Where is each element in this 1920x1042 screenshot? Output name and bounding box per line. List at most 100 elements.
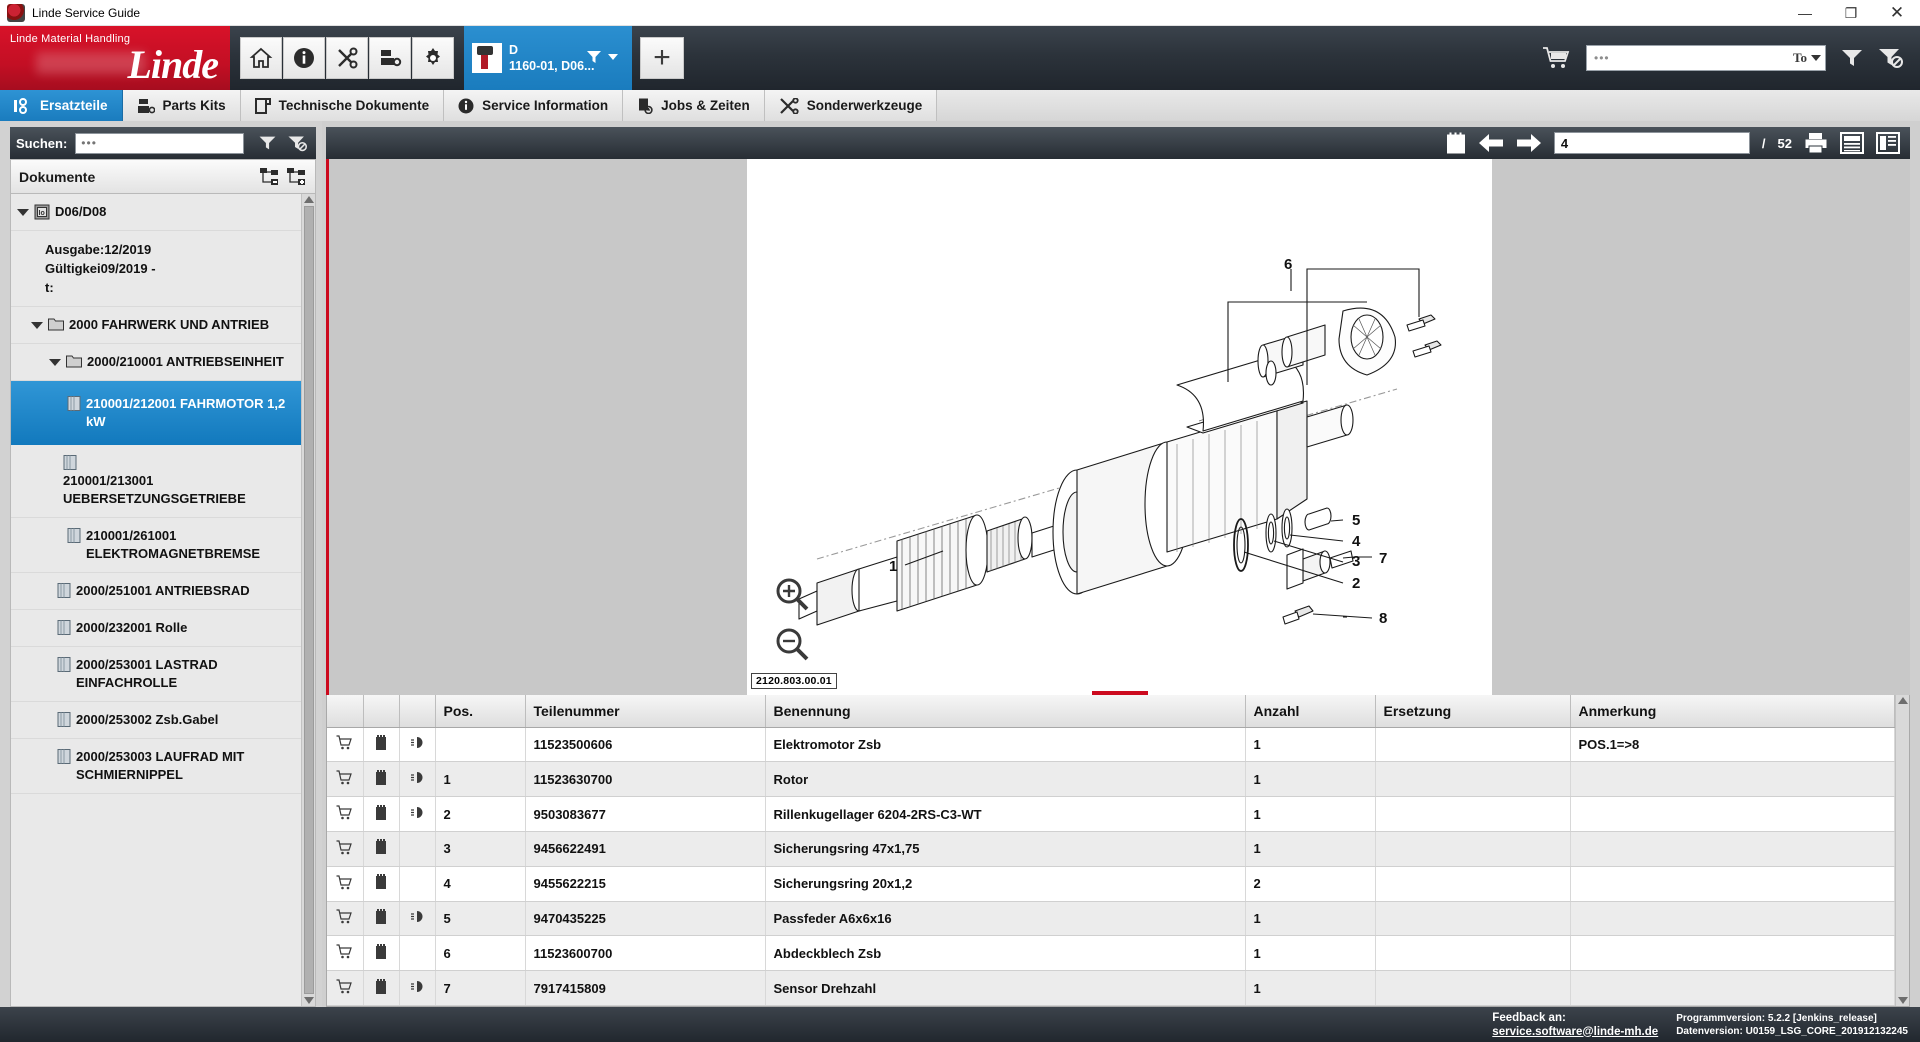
search-input[interactable] xyxy=(75,133,244,154)
scroll-thumb[interactable] xyxy=(304,206,314,994)
window-controls[interactable]: — ❐ ✕ xyxy=(1782,0,1920,26)
funnel-icon[interactable] xyxy=(1840,48,1864,68)
page-icon xyxy=(63,455,77,470)
row-clipboard-button[interactable] xyxy=(363,831,399,866)
zoom-controls[interactable] xyxy=(775,577,809,661)
tree-item-fahrmotor[interactable]: 210001/212001 FAHRMOTOR 1,2 kW xyxy=(11,381,301,445)
scroll-down-arrow[interactable] xyxy=(304,997,314,1004)
tab-service-information[interactable]: Service Information xyxy=(444,90,623,121)
feedback-email-link[interactable]: service.software@linde-mh.de xyxy=(1492,1026,1658,1038)
close-button[interactable]: ✕ xyxy=(1874,0,1920,26)
row-highlight-button[interactable] xyxy=(399,762,435,797)
funnel-icon[interactable] xyxy=(258,135,277,151)
row-highlight-button[interactable] xyxy=(399,901,435,936)
tree-item-rolle[interactable]: 2000/232001 Rolle xyxy=(11,610,301,647)
row-clipboard-button[interactable] xyxy=(363,901,399,936)
maximize-button[interactable]: ❐ xyxy=(1828,0,1874,26)
vehicle-tab[interactable]: D 1160-01, D06... xyxy=(464,26,632,90)
vehicle-filter-icon[interactable] xyxy=(586,50,602,64)
scroll-up-arrow[interactable] xyxy=(1898,697,1908,704)
table-row[interactable]: 2 9503083677 Rillenkugellager 6204-2RS-C… xyxy=(327,797,1895,832)
gear-icon[interactable] xyxy=(412,37,454,79)
table-row[interactable]: 1 11523630700 Rotor 1 xyxy=(327,762,1895,797)
tree-item-elektromagnetbremse[interactable]: 210001/261001 ELEKTROMAGNETBREMSE xyxy=(11,518,301,573)
funnel-clear-icon[interactable] xyxy=(1878,47,1906,69)
row-clipboard-button[interactable] xyxy=(363,797,399,832)
row-clipboard-button[interactable] xyxy=(363,936,399,971)
row-clipboard-button[interactable] xyxy=(363,762,399,797)
row-cart-button[interactable] xyxy=(327,727,363,762)
chevron-down-icon[interactable] xyxy=(608,54,618,60)
tree-scrollbar[interactable] xyxy=(301,194,315,1006)
scroll-up-arrow[interactable] xyxy=(304,196,314,203)
notepad-icon[interactable] xyxy=(1446,132,1466,154)
row-cart-button[interactable] xyxy=(327,971,363,1006)
tree-item-d06-d08[interactable]: Io D06/D08 xyxy=(11,194,301,231)
row-cart-button[interactable] xyxy=(327,797,363,832)
tree-item-zsb-gabel[interactable]: 2000/253002 Zsb.Gabel xyxy=(11,702,301,739)
cell-teilenummer: 9455622215 xyxy=(525,866,765,901)
drawing-sheet[interactable]: 1 2 3 4 5 6 7 8 xyxy=(747,159,1492,695)
home-icon[interactable] xyxy=(240,37,282,79)
tree-item-laufrad[interactable]: 2000/253003 LAUFRAD MIT SCHMIERNIPPEL xyxy=(11,739,301,794)
arrow-left-icon[interactable] xyxy=(1478,133,1504,153)
clipboard-icon xyxy=(375,735,387,751)
tree-expand-icon[interactable] xyxy=(287,168,307,186)
info-icon[interactable] xyxy=(283,37,325,79)
tree-item-uebersetzungsgetriebe[interactable]: 210001/213001 UEBERSETZUNGSGETRIEBE xyxy=(11,445,301,518)
viewer-canvas[interactable]: 1 2 3 4 5 6 7 8 xyxy=(329,159,1910,695)
row-cart-button[interactable] xyxy=(327,866,363,901)
tab-technische-dokumente[interactable]: Technische Dokumente xyxy=(241,90,445,121)
add-tab-button[interactable]: + xyxy=(640,37,684,79)
table-row[interactable]: 3 9456622491 Sicherungsring 47x1,75 1 xyxy=(327,831,1895,866)
table-scrollbar[interactable] xyxy=(1895,695,1909,1006)
tree-item-fahrwerk-antrieb[interactable]: 2000 FAHRWERK UND ANTRIEB xyxy=(11,307,301,344)
printer-config-icon[interactable] xyxy=(369,37,411,79)
row-cart-button[interactable] xyxy=(327,901,363,936)
chevron-down-icon[interactable] xyxy=(17,209,29,216)
chevron-down-icon[interactable] xyxy=(1811,55,1821,61)
row-cart-button[interactable] xyxy=(327,831,363,866)
tree-item-antriebseinheit[interactable]: 2000/210001 ANTRIEBSEINHEIT xyxy=(11,344,301,381)
col-teilenummer: Teilenummer xyxy=(525,695,765,727)
row-highlight-button[interactable] xyxy=(399,797,435,832)
table-row[interactable]: 6 11523600700 Abdeckblech Zsb 1 xyxy=(327,936,1895,971)
row-clipboard-button[interactable] xyxy=(363,971,399,1006)
printer-icon[interactable] xyxy=(1804,132,1828,154)
layout-vertical-icon[interactable] xyxy=(1876,132,1900,154)
table-row[interactable]: 7 7917415809 Sensor Drehzahl 1 xyxy=(327,971,1895,1006)
chevron-down-icon[interactable] xyxy=(31,322,43,329)
tab-parts-kits[interactable]: Parts Kits xyxy=(123,90,241,121)
table-row[interactable]: 11523500606 Elektromotor Zsb 1 POS.1=>8 xyxy=(327,727,1895,762)
page-number-input[interactable] xyxy=(1554,132,1750,154)
arrow-right-icon[interactable] xyxy=(1516,133,1542,153)
zoom-in-icon[interactable] xyxy=(775,577,809,611)
tab-ersatzteile[interactable]: Ersatzteile xyxy=(0,90,123,121)
cell-anzahl: 1 xyxy=(1245,727,1375,762)
funnel-clear-icon[interactable] xyxy=(287,135,310,152)
drawing-viewer[interactable]: 1 2 3 4 5 6 7 8 xyxy=(326,159,1910,695)
layout-horizontal-icon[interactable] xyxy=(1840,132,1864,154)
tree-item-antriebsrad[interactable]: 2000/251001 ANTRIEBSRAD xyxy=(11,573,301,610)
zoom-out-icon[interactable] xyxy=(775,627,809,661)
scroll-down-arrow[interactable] xyxy=(1898,997,1908,1004)
row-clipboard-button[interactable] xyxy=(363,866,399,901)
cell-teilenummer: 11523500606 xyxy=(525,727,765,762)
parts-table: Pos. Teilenummer Benennung Anzahl Ersetz… xyxy=(327,695,1895,1006)
row-cart-button[interactable] xyxy=(327,936,363,971)
tab-sonderwerkzeuge[interactable]: Sonderwerkzeuge xyxy=(765,90,938,121)
tree-collapse-icon[interactable] xyxy=(260,168,280,186)
chevron-down-icon[interactable] xyxy=(49,359,61,366)
row-highlight-button[interactable] xyxy=(399,971,435,1006)
row-cart-button[interactable] xyxy=(327,762,363,797)
tools-icon[interactable] xyxy=(326,37,368,79)
row-clipboard-button[interactable] xyxy=(363,727,399,762)
tab-jobs-zeiten[interactable]: Jobs & Zeiten xyxy=(623,90,765,121)
tree-item-lastrad[interactable]: 2000/253001 LASTRAD EINFACHROLLE xyxy=(11,647,301,702)
table-row[interactable]: 5 9470435225 Passfeder A6x6x16 1 xyxy=(327,901,1895,936)
cart-icon[interactable] xyxy=(1542,45,1572,71)
minimize-button[interactable]: — xyxy=(1782,0,1828,26)
table-row[interactable]: 4 9455622215 Sicherungsring 20x1,2 2 xyxy=(327,866,1895,901)
row-highlight-button[interactable] xyxy=(399,727,435,762)
header-search[interactable]: ••• To xyxy=(1586,45,1826,71)
